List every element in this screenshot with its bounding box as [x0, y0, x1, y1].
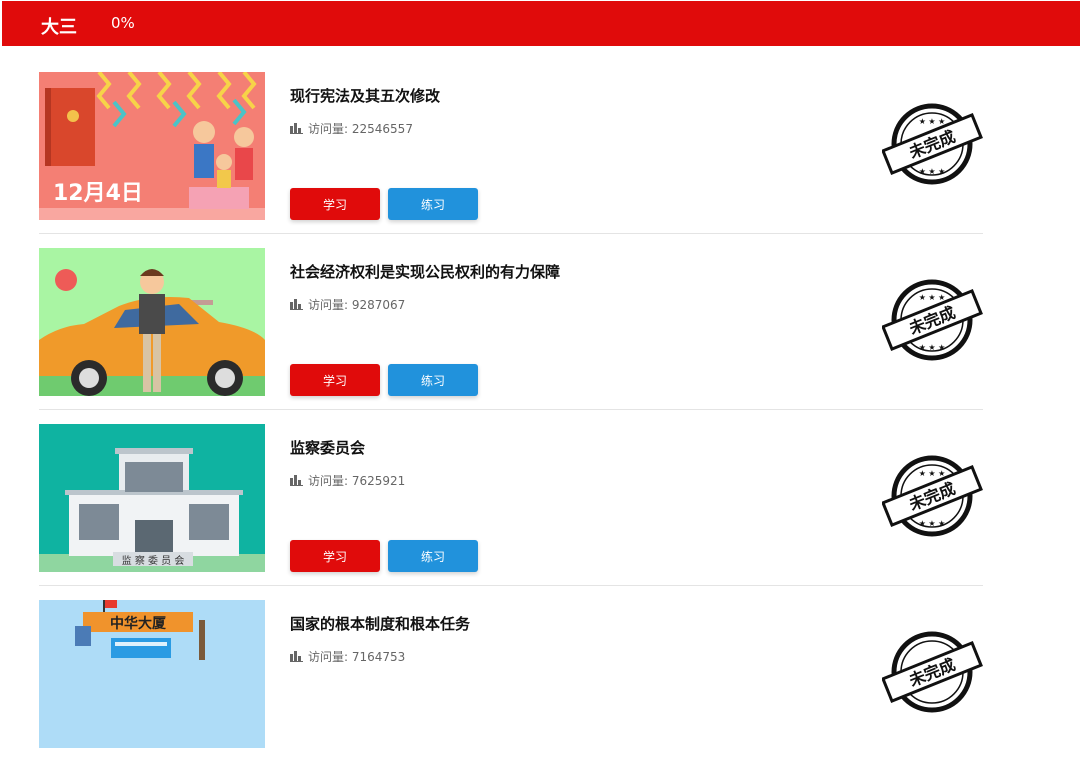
course-title[interactable]: 监察委员会 — [290, 437, 365, 458]
visits-prefix: 访问量: — [308, 474, 349, 488]
svg-text:★ ★ ★: ★ ★ ★ — [919, 469, 946, 478]
thumb-sign-text: 中华大厦 — [110, 615, 167, 632]
course-card: 社会经济权利是实现公民权利的有力保障 访问量: 9287067 学习 练习 未完… — [39, 248, 983, 424]
stats-bar-icon — [290, 123, 303, 134]
thumb-sign-text: 监 察 委 员 会 — [122, 554, 185, 567]
course-thumbnail[interactable]: 监 察 委 员 会 — [39, 424, 265, 572]
course-thumbnail[interactable]: 中华大厦 — [39, 600, 265, 748]
course-card: 中华大厦 国家的根本制度和根本任务 访问量: 7164753 未完成 — [39, 600, 983, 776]
course-card: 监 察 委 员 会 监察委员会 访问量: 7625921 学习 练习 未完成 ★… — [39, 424, 983, 600]
stats-bar-icon — [290, 651, 303, 662]
visits-prefix: 访问量: — [308, 650, 349, 664]
visit-count: 访问量: 9287067 — [290, 296, 405, 313]
visit-count: 访问量: 22546557 — [290, 120, 413, 137]
visits-value: 9287067 — [351, 298, 406, 312]
visit-count: 访问量: 7625921 — [290, 472, 405, 489]
svg-text:★ ★ ★: ★ ★ ★ — [919, 293, 946, 302]
course-title[interactable]: 现行宪法及其五次修改 — [290, 85, 440, 106]
divider — [39, 233, 983, 234]
svg-text:★ ★ ★: ★ ★ ★ — [919, 519, 946, 528]
course-thumbnail[interactable]: 12月4日 — [39, 72, 265, 220]
study-button[interactable]: 学习 — [290, 188, 380, 220]
svg-text:★ ★ ★: ★ ★ ★ — [919, 343, 946, 352]
course-card: 12月4日 现行宪法及其五次修改 访问量: 22546557 学习 练习 未完成… — [39, 72, 983, 248]
visits-value: 7625921 — [351, 474, 406, 488]
incomplete-stamp: 未完成 — [881, 630, 984, 714]
visits-value: 7164753 — [351, 650, 406, 664]
visits-value: 22546557 — [351, 122, 413, 136]
svg-text:★ ★ ★: ★ ★ ★ — [919, 167, 946, 176]
stats-bar-icon — [290, 475, 303, 486]
progress-percent: 0% — [111, 14, 135, 32]
practice-button[interactable]: 练习 — [388, 540, 478, 572]
thumb-date-text: 12月4日 — [53, 181, 143, 206]
incomplete-stamp: 未完成 ★ ★ ★ ★ ★ ★ — [881, 102, 984, 186]
divider — [39, 409, 983, 410]
study-button[interactable]: 学习 — [290, 364, 380, 396]
visits-prefix: 访问量: — [308, 298, 349, 312]
incomplete-stamp: 未完成 ★ ★ ★ ★ ★ ★ — [881, 454, 984, 538]
course-title[interactable]: 社会经济权利是实现公民权利的有力保障 — [290, 261, 560, 282]
stats-bar-icon — [290, 299, 303, 310]
incomplete-stamp: 未完成 ★ ★ ★ ★ ★ ★ — [881, 278, 984, 362]
course-thumbnail[interactable] — [39, 248, 265, 396]
grade-label[interactable]: 大三 — [41, 13, 77, 39]
practice-button[interactable]: 练习 — [388, 364, 478, 396]
divider — [39, 585, 983, 586]
practice-button[interactable]: 练习 — [388, 188, 478, 220]
top-bar: 大三 0% — [2, 1, 1080, 46]
course-title[interactable]: 国家的根本制度和根本任务 — [290, 613, 470, 634]
study-button[interactable]: 学习 — [290, 540, 380, 572]
visit-count: 访问量: 7164753 — [290, 648, 405, 665]
svg-text:★ ★ ★: ★ ★ ★ — [919, 117, 946, 126]
visits-prefix: 访问量: — [308, 122, 349, 136]
